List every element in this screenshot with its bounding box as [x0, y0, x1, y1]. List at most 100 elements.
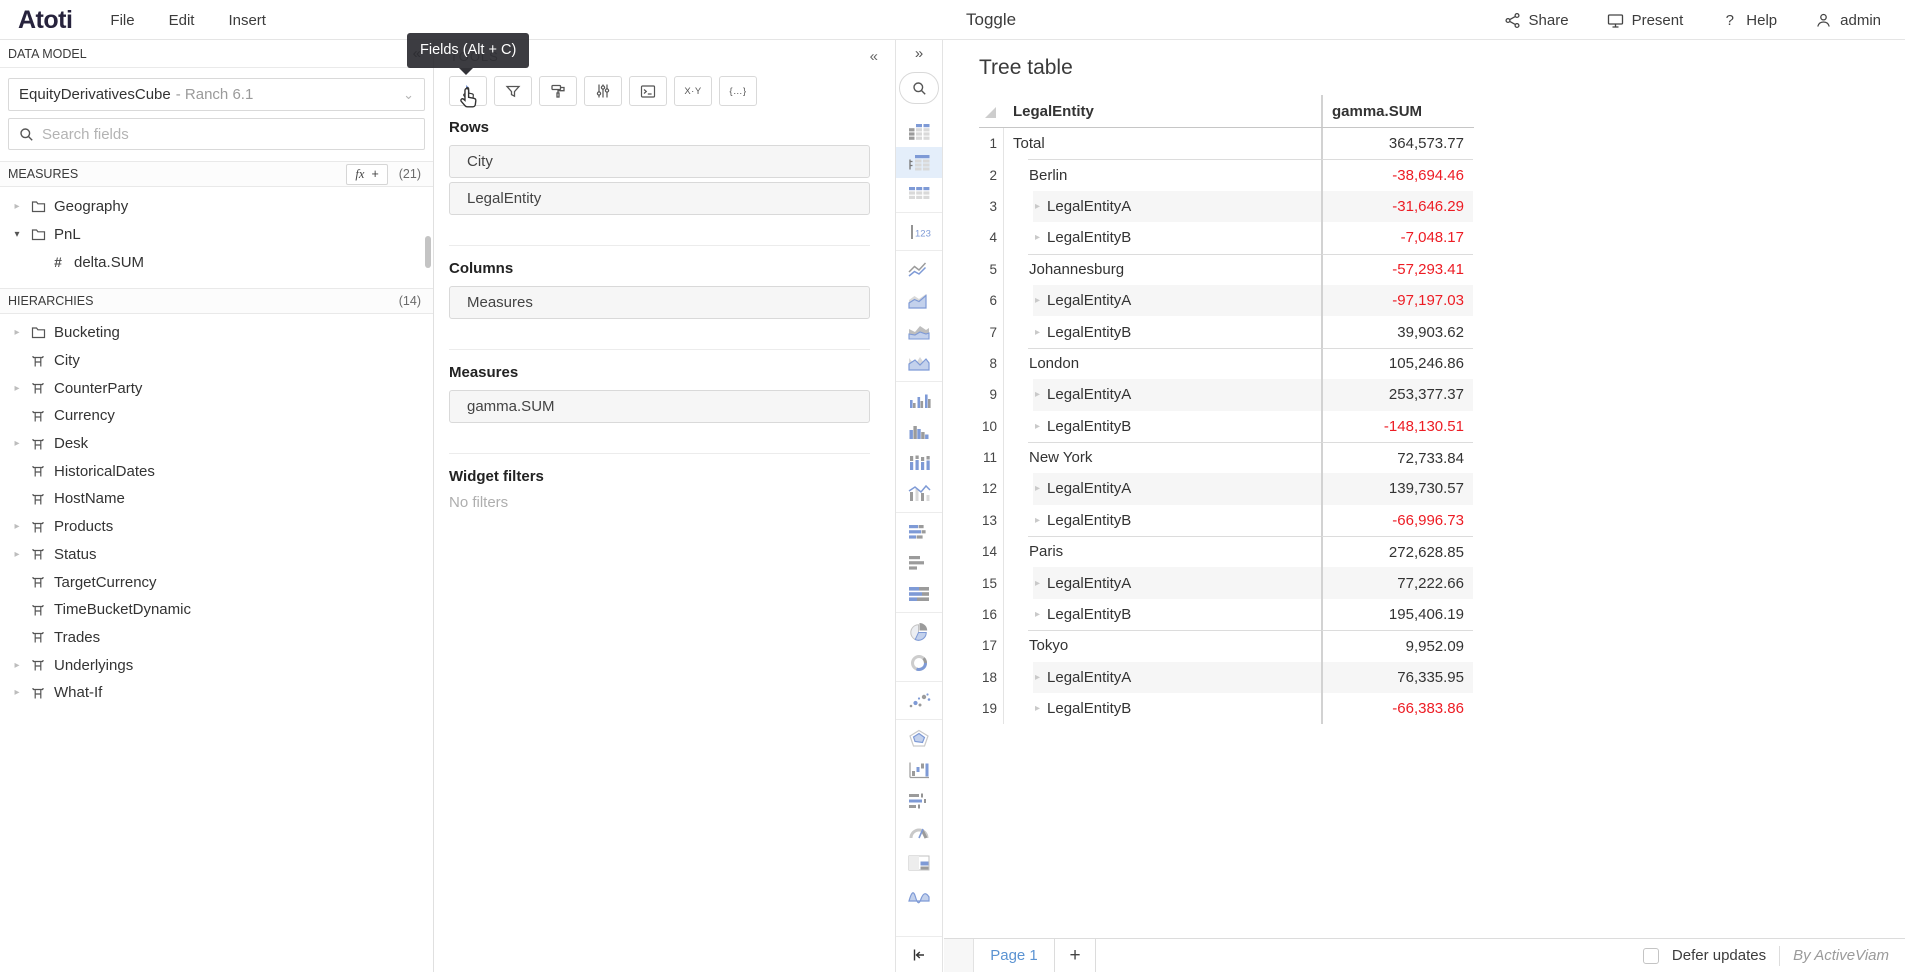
chevron-right-icon[interactable]: ▸: [1035, 672, 1040, 683]
hierarchy-item-hostname[interactable]: HostName: [0, 485, 433, 513]
pie-widget-icon[interactable]: [896, 616, 942, 647]
chevron-right-icon[interactable]: ▸: [10, 660, 24, 671]
table-row[interactable]: 6▸LegalEntityA-97,197.03: [979, 285, 1474, 316]
bullet-widget-icon[interactable]: [896, 785, 942, 816]
chevron-right-icon[interactable]: ▸: [1035, 515, 1040, 526]
hierarchy-item-bucketing[interactable]: ▸Bucketing: [0, 319, 433, 347]
value-cell[interactable]: -97,197.03: [1321, 285, 1473, 316]
row-label-cell[interactable]: ▸LegalEntityA: [1004, 662, 1321, 693]
row-label-cell[interactable]: ▸LegalEntityB: [1004, 222, 1321, 253]
hierarchy-item-currency[interactable]: Currency: [0, 402, 433, 430]
tab-roller-icon[interactable]: [539, 76, 577, 106]
value-cell[interactable]: 39,903.62: [1321, 316, 1473, 347]
share-button[interactable]: Share: [1504, 12, 1569, 29]
tree-widget-icon[interactable]: [896, 147, 942, 178]
tab-sliders-icon[interactable]: [584, 76, 622, 106]
hierarchy-item-products[interactable]: ▸Products: [0, 513, 433, 541]
gauge-widget-icon[interactable]: [896, 816, 942, 847]
spark-widget-icon[interactable]: [896, 878, 942, 909]
gbars-widget-icon[interactable]: [896, 385, 942, 416]
row-label-cell[interactable]: Paris: [1004, 536, 1321, 567]
value-cell[interactable]: 105,246.86: [1321, 348, 1473, 379]
row-label-cell[interactable]: Berlin: [1004, 159, 1321, 190]
table-row[interactable]: 3▸LegalEntityA-31,646.29: [979, 191, 1474, 222]
chevron-right-icon[interactable]: ▸: [10, 521, 24, 532]
value-cell[interactable]: -66,996.73: [1321, 505, 1473, 536]
value-cell[interactable]: 364,573.77: [1321, 128, 1473, 159]
tab-funnel-icon[interactable]: [494, 76, 532, 106]
hierarchy-item-counterparty[interactable]: ▸CounterParty: [0, 374, 433, 402]
table-row[interactable]: 5Johannesburg-57,293.41: [979, 254, 1474, 285]
table-row[interactable]: 16▸LegalEntityB195,406.19: [979, 599, 1474, 630]
row-label-cell[interactable]: ▸LegalEntityB: [1004, 693, 1321, 724]
row-label-cell[interactable]: ▸LegalEntityA: [1004, 473, 1321, 504]
row-label-cell[interactable]: ▸LegalEntityB: [1004, 316, 1321, 347]
field-chip-measures[interactable]: Measures: [449, 286, 870, 319]
hierarchy-item-status[interactable]: ▸Status: [0, 541, 433, 569]
table-row[interactable]: 9▸LegalEntityA253,377.37: [979, 379, 1474, 410]
menu-insert[interactable]: Insert: [228, 12, 266, 29]
table-row[interactable]: 19▸LegalEntityB-66,383.86: [979, 693, 1474, 724]
row-label-cell[interactable]: ▸LegalEntityB: [1004, 599, 1321, 630]
tab-terminal-icon[interactable]: [629, 76, 667, 106]
collapse-to-left-button[interactable]: [896, 936, 942, 972]
waterfall-widget-icon[interactable]: [896, 754, 942, 785]
combo-widget-icon[interactable]: [896, 478, 942, 509]
help-button[interactable]: ? Help: [1721, 12, 1777, 29]
chevron-right-icon[interactable]: ▸: [1035, 295, 1040, 306]
add-page-button[interactable]: +: [1055, 939, 1096, 972]
chevron-down-icon[interactable]: ▾: [10, 229, 24, 240]
present-button[interactable]: Present: [1607, 12, 1684, 29]
row-label-cell[interactable]: New York: [1004, 442, 1321, 473]
plus-icon[interactable]: +: [371, 167, 378, 181]
tab-braces-icon[interactable]: {…}: [719, 76, 757, 106]
column-header-legalentity[interactable]: LegalEntity: [1004, 95, 1321, 127]
value-cell[interactable]: 77,222.66: [1321, 567, 1473, 598]
chevron-right-icon[interactable]: ▸: [1035, 389, 1040, 400]
field-chip-city[interactable]: City: [449, 145, 870, 178]
table-row[interactable]: 1Total364,573.77: [979, 128, 1474, 159]
hbar-widget-icon[interactable]: [896, 547, 942, 578]
row-label-cell[interactable]: Johannesburg: [1004, 254, 1321, 285]
defer-updates-checkbox[interactable]: [1643, 948, 1659, 964]
value-cell[interactable]: 9,952.09: [1321, 630, 1473, 661]
value-cell[interactable]: 195,406.19: [1321, 599, 1473, 630]
hierarchy-item-timebucketdynamic[interactable]: TimeBucketDynamic: [0, 596, 433, 624]
chevron-right-icon[interactable]: ▸: [1035, 483, 1040, 494]
value-cell[interactable]: 272,628.85: [1321, 536, 1473, 567]
sidebar-scrollbar-thumb[interactable]: [425, 236, 431, 268]
area-widget-icon[interactable]: [896, 285, 942, 316]
row-label-cell[interactable]: ▸LegalEntityA: [1004, 191, 1321, 222]
hierarchy-item-what-if[interactable]: ▸What-If: [0, 679, 433, 707]
kpi-widget-icon[interactable]: 123: [896, 216, 942, 247]
pivot-widget-icon[interactable]: [896, 116, 942, 147]
chevron-right-icon[interactable]: ▸: [1035, 201, 1040, 212]
chevron-right-icon[interactable]: ▸: [10, 549, 24, 560]
fx-icon[interactable]: fx: [355, 167, 364, 182]
row-label-cell[interactable]: Tokyo: [1004, 630, 1321, 661]
chevron-right-icon[interactable]: ▸: [1035, 232, 1040, 243]
chevron-right-icon[interactable]: ▸: [10, 383, 24, 394]
value-cell[interactable]: 253,377.37: [1321, 379, 1473, 410]
chevron-right-icon[interactable]: ▸: [10, 201, 24, 212]
hierarchy-item-city[interactable]: City: [0, 347, 433, 375]
table-row[interactable]: 4▸LegalEntityB-7,048.17: [979, 222, 1474, 253]
scol-widget-icon[interactable]: [896, 447, 942, 478]
value-cell[interactable]: 76,335.95: [1321, 662, 1473, 693]
hierarchy-item-targetcurrency[interactable]: TargetCurrency: [0, 568, 433, 596]
search-fields-input[interactable]: Search fields: [8, 118, 425, 150]
row-label-cell[interactable]: ▸LegalEntityA: [1004, 379, 1321, 410]
measure-item-delta-sum[interactable]: #delta.SUM: [0, 248, 433, 276]
value-cell[interactable]: -148,130.51: [1321, 411, 1473, 442]
value-cell[interactable]: 139,730.57: [1321, 473, 1473, 504]
chevron-right-icon[interactable]: ▸: [1035, 421, 1040, 432]
table-row[interactable]: 12▸LegalEntityA139,730.57: [979, 473, 1474, 504]
hsb-widget-icon[interactable]: [896, 516, 942, 547]
chevron-right-icon[interactable]: ▸: [10, 438, 24, 449]
cube-select[interactable]: EquityDerivativesCube - Ranch 6.1 ⌄: [8, 78, 425, 111]
row-label-cell[interactable]: ▸LegalEntityB: [1004, 505, 1321, 536]
widget-search-button[interactable]: [899, 72, 939, 104]
value-cell[interactable]: -66,383.86: [1321, 693, 1473, 724]
value-cell[interactable]: -57,293.41: [1321, 254, 1473, 285]
hierarchy-item-desk[interactable]: ▸Desk: [0, 430, 433, 458]
